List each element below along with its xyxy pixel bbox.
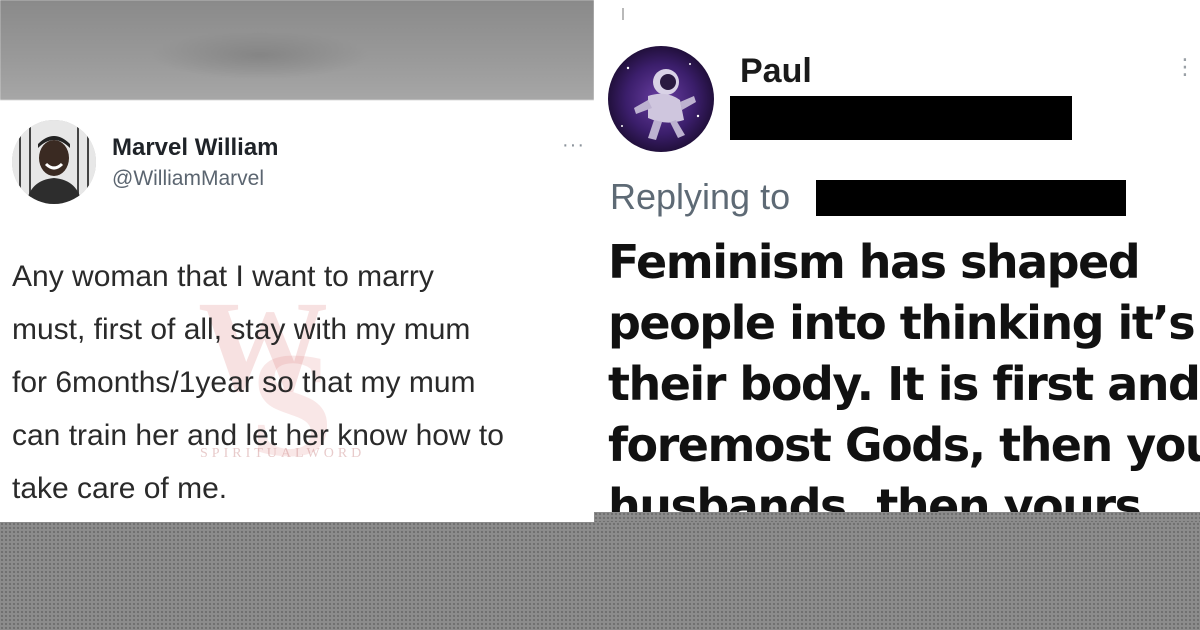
blurred-header-area [0,0,594,100]
replying-to-label: Replying to [610,176,791,217]
more-options-icon[interactable]: ⋮ [1174,56,1196,78]
user-avatar-icon [12,120,96,204]
tweet-line: must, first of all, stay with my mum [12,313,471,346]
tweet-line: Feminism has shaped [608,235,1141,289]
more-options-icon[interactable]: ··· [562,134,585,157]
tweet-line: for 6months/1year so that my mum [12,366,476,399]
right-tweet-card: Paul ⋮ Replying to Feminism has shaped p… [600,0,1200,522]
tweet-line: can train her and let her know how to [12,419,504,452]
display-name[interactable]: Paul [740,52,812,91]
tweet-text: Any woman that I want to marry must, fir… [12,250,592,515]
tweet-line: take care of me. [12,472,228,505]
tweet-line: their body. It is first and [608,357,1200,411]
redacted-handle [730,96,1072,140]
tweet-line: people into thinking it’s [608,296,1196,350]
kebab-menu-icon: ⋮ [1174,54,1196,79]
tweet-line: foremost Gods, then your [608,418,1200,472]
left-tweet-card: Marvel William @WilliamMarvel ··· W S SP… [0,0,594,522]
avatar[interactable] [12,120,96,204]
user-handle[interactable]: @WilliamMarvel [112,167,264,191]
tweet-line: Any woman that I want to marry [12,260,434,293]
redacted-reply-handle [816,180,1126,216]
tweet-text: Feminism has shaped people into thinking… [608,232,1200,522]
divider-tick [622,8,624,20]
bottom-pattern-band [0,512,1200,630]
avatar[interactable] [608,46,714,152]
astronaut-avatar-icon [608,46,714,152]
display-name[interactable]: Marvel William [112,134,279,162]
